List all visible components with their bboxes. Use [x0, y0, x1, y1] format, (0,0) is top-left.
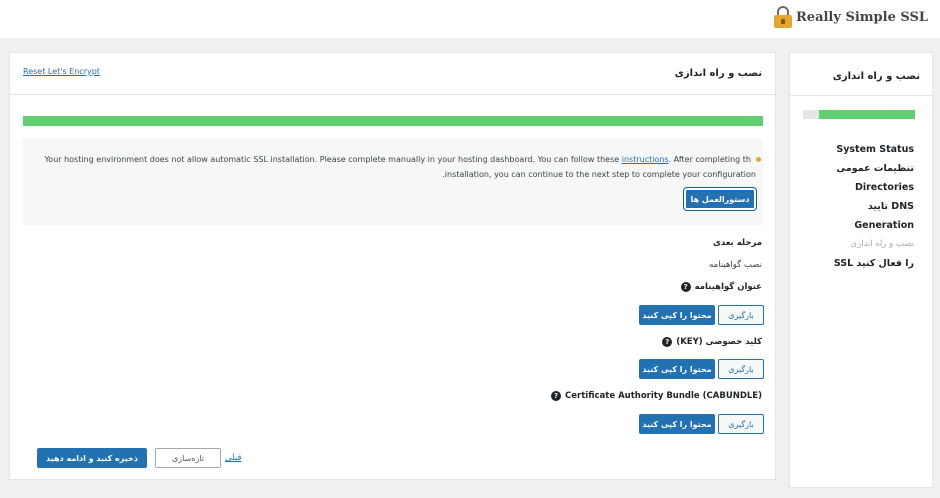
- progress-fill: [23, 116, 763, 126]
- next-step-label: مرحله بعدی: [713, 238, 762, 248]
- top-bar: Really Simple SSL: [0, 0, 940, 38]
- sidebar-item-directories[interactable]: Directories: [834, 181, 914, 200]
- padlock-icon: [774, 6, 792, 28]
- download-key-button[interactable]: بارگیری: [718, 359, 764, 379]
- refresh-button[interactable]: تازه‌سازی: [155, 448, 221, 468]
- sidebar-item-generation[interactable]: Generation: [834, 219, 914, 238]
- instructions-link[interactable]: instructions: [622, 155, 669, 164]
- wizard-sidebar: نصب و راه اندازی System Status تنظیمات ع…: [789, 52, 933, 488]
- sidebar-item-system-status[interactable]: System Status: [834, 143, 914, 162]
- sidebar-item-activate-ssl[interactable]: SSL را فعال کنید: [834, 257, 914, 276]
- private-key-label: کلید خصوصی (KEY)?: [662, 337, 762, 347]
- sidebar-menu: System Status تنظیمات عمومی Directories …: [834, 143, 914, 276]
- notice-text-line1: Your hosting environment does not allow …: [44, 155, 751, 164]
- ca-bundle-label: Certificate Authority Bundle (CABUNDLE)?: [551, 391, 762, 401]
- copy-cabundle-button[interactable]: محتوا را کپی کنید: [639, 414, 715, 434]
- sidebar-progress-bar: [803, 110, 915, 119]
- sidebar-title: نصب و راه اندازی: [832, 71, 920, 82]
- hosting-notice: Your hosting environment does not allow …: [23, 139, 763, 225]
- help-icon[interactable]: ?: [662, 337, 673, 347]
- panel-header: Reset Let's Encrypt نصب و راه اندازی: [10, 53, 775, 95]
- progress-bar: [23, 116, 763, 126]
- help-icon[interactable]: ?: [551, 391, 562, 401]
- save-and-continue-button[interactable]: ذخیره کنید و ادامه دهید: [37, 448, 147, 468]
- download-cabundle-button[interactable]: بارگیری: [718, 414, 764, 434]
- copy-key-button[interactable]: محتوا را کپی کنید: [639, 359, 715, 379]
- install-certificate-label: نصب گواهینامه: [709, 260, 762, 270]
- previous-link[interactable]: قبلی: [225, 453, 242, 463]
- help-icon[interactable]: ?: [680, 282, 691, 292]
- sidebar-item-installation[interactable]: نصب و راه اندازی: [834, 238, 914, 257]
- brand-logo: Really Simple SSL: [774, 6, 928, 28]
- copy-certificate-button[interactable]: محتوا را کپی کنید: [639, 305, 715, 325]
- download-certificate-button[interactable]: بارگیری: [718, 305, 764, 325]
- warning-dot-icon: [756, 157, 761, 162]
- certificate-title-label: عنوان گواهینامه?: [680, 282, 762, 292]
- instructions-button[interactable]: دستورالعمل ها: [683, 187, 757, 211]
- sidebar-progress-fill: [818, 110, 915, 119]
- notice-text-line2: .installation, you can continue to the n…: [442, 170, 756, 179]
- brand-name: Really Simple SSL: [796, 9, 928, 25]
- page-title: نصب و راه اندازی: [674, 68, 762, 79]
- main-panel: Reset Let's Encrypt نصب و راه اندازی You…: [9, 52, 776, 480]
- reset-letsencrypt-link[interactable]: Reset Let's Encrypt: [23, 67, 100, 76]
- divider: [790, 95, 932, 96]
- sidebar-item-dns-verification[interactable]: تایید DNS: [834, 200, 914, 219]
- sidebar-item-general-settings[interactable]: تنظیمات عمومی: [834, 162, 914, 181]
